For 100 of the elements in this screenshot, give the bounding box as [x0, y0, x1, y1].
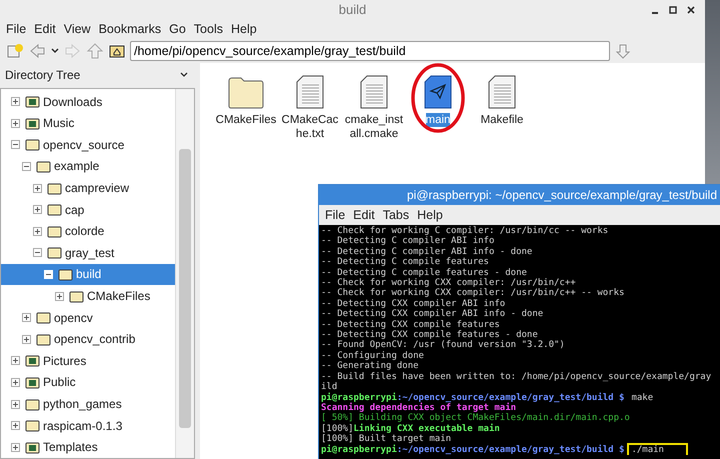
menu-item[interactable]: Tools: [190, 22, 227, 36]
terminal-line: -- Detecting CXX compile features - done: [321, 330, 538, 340]
expander-icon[interactable]: [22, 334, 31, 344]
tree-item[interactable]: raspicam-0.1.3: [1, 414, 175, 436]
expander-icon[interactable]: [33, 226, 42, 236]
expander-icon[interactable]: [11, 400, 20, 409]
menu-item[interactable]: Tabs: [378, 208, 414, 222]
file-name[interactable]: CMakeFiles: [215, 112, 277, 127]
expander-icon[interactable]: [55, 292, 64, 301]
terminal-line: ild: [321, 382, 338, 392]
file-name[interactable]: cmake_install.cmake: [343, 112, 405, 141]
terminal-text: Linking CXX executable main: [354, 424, 500, 434]
expander-icon[interactable]: [11, 140, 20, 150]
terminal-command: ./main: [629, 444, 686, 455]
expander-icon[interactable]: [22, 313, 31, 322]
tree-item[interactable]: campreview: [1, 177, 175, 199]
tree-item[interactable]: cap: [1, 198, 175, 220]
file-name[interactable]: CMakeCache.txt: [279, 112, 341, 141]
tree-item[interactable]: Templates: [1, 436, 175, 458]
terminal-line: -- Detecting CXX compile features: [321, 320, 501, 330]
folder-icon: [58, 268, 73, 281]
folder-icon: [36, 332, 51, 346]
tree-item[interactable]: opencv_source: [1, 134, 175, 156]
tree-item[interactable]: build: [1, 264, 175, 286]
tree-item[interactable]: Downloads: [1, 90, 175, 112]
folder-icon: [25, 398, 40, 411]
terminal-line: Scanning dependencies of target main: [321, 402, 518, 413]
special-folder-icon: [25, 354, 40, 368]
tree-item[interactable]: Music: [1, 112, 175, 134]
expander-icon[interactable]: [11, 118, 20, 128]
menu-item[interactable]: Help: [413, 208, 447, 222]
terminal-command: make: [630, 392, 654, 403]
menu-item[interactable]: Help: [226, 22, 261, 36]
special-folder-icon: [25, 116, 40, 130]
terminal-line: -- Check for working CXX compiler: /usr/bin/c++ -- works: [321, 288, 626, 299]
menu-item[interactable]: Edit: [349, 208, 379, 222]
caret-icon[interactable]: [179, 71, 189, 80]
terminal-line: -- Detecting CXX compiler ABI info: [321, 298, 506, 309]
terminal-line: -- Generating done: [321, 361, 420, 372]
new-tab-icon[interactable]: [6, 42, 24, 59]
prompt-user: pi@raspberrypi: [321, 392, 397, 402]
tree-item[interactable]: python_games: [1, 393, 175, 415]
expander-icon[interactable]: [11, 442, 20, 452]
expander-icon[interactable]: [33, 248, 42, 258]
expander-icon[interactable]: [11, 421, 20, 430]
prompt-path: :~/opencv_source/example/gray_test/build $: [396, 392, 624, 402]
expander-icon[interactable]: [22, 162, 31, 171]
folder-icon: [47, 182, 62, 195]
menu-item[interactable]: File: [2, 22, 30, 36]
annotation-circle: [411, 62, 465, 133]
tree-item[interactable]: opencv: [1, 306, 175, 328]
menu-item[interactable]: File: [321, 208, 350, 222]
terminal-line: [100%] Built target main: [321, 434, 452, 444]
terminal-line: -- Detecting C compile features: [321, 257, 490, 268]
paper-plane-icon[interactable]: [424, 74, 452, 109]
special-folder-icon: [25, 440, 40, 454]
terminal-line: -- Check for working C compiler: /usr/bin/cc -- works: [321, 226, 610, 236]
tree-item[interactable]: gray_test: [1, 242, 175, 264]
menu-item[interactable]: Go: [165, 22, 190, 36]
menu-item[interactable]: Edit: [30, 22, 60, 36]
tree-item[interactable]: CMakeFiles: [1, 285, 175, 307]
terminal-line: [ 50%] Building CXX object CMakeFiles/main.dir/main.cpp.o: [321, 413, 631, 424]
terminal-line: -- Build files have been written to: /home/pi/opencv_source/example/gray: [321, 372, 712, 382]
tree-item[interactable]: opencv_contrib: [1, 328, 175, 350]
menu-item[interactable]: Bookmarks: [94, 22, 166, 36]
folder-icon: [47, 224, 62, 238]
tree-item[interactable]: Pictures: [1, 350, 175, 372]
file-name[interactable]: main: [426, 112, 450, 127]
scrollbar[interactable]: [175, 88, 194, 458]
expander-icon[interactable]: [11, 378, 20, 387]
folder-icon[interactable]: [228, 76, 264, 109]
folder-icon: [25, 419, 40, 432]
terminal-line: -- Check for working CXX compiler: /usr/bin/c++: [321, 278, 577, 288]
document-icon[interactable]: [296, 74, 324, 109]
terminal-line: -- Detecting C compiler ABI info: [321, 236, 496, 247]
tree-item[interactable]: Public: [1, 372, 175, 394]
close-icon[interactable]: [687, 6, 695, 14]
expander-icon[interactable]: [11, 97, 20, 106]
tree-item[interactable]: example: [1, 156, 175, 178]
location-field[interactable]: /home/pi/opencv_source/example/gray_test/build: [130, 40, 610, 61]
expander-icon[interactable]: [33, 184, 42, 193]
terminal-line: -- Detecting C compile features - done: [321, 268, 528, 278]
expander-icon[interactable]: [11, 356, 20, 366]
document-icon[interactable]: [360, 74, 388, 109]
window-title: build: [338, 2, 366, 18]
expander-icon[interactable]: [33, 205, 42, 214]
terminal-line: -- Detecting C compiler ABI info - done: [321, 246, 534, 257]
folder-icon: [36, 160, 51, 173]
menu-item[interactable]: View: [60, 22, 95, 36]
prompt-user: pi@raspberrypi: [321, 444, 397, 455]
tree-item[interactable]: colorde: [1, 220, 175, 242]
home-folder-icon[interactable]: [108, 42, 126, 59]
special-folder-icon: [25, 95, 40, 108]
folder-icon: [25, 138, 40, 152]
maximize-icon[interactable]: [669, 6, 677, 14]
folder-icon: [47, 203, 62, 216]
terminal-line: -- Configuring done: [321, 350, 425, 361]
window-title: pi@raspberrypi: ~/opencv_source/example/gray_test/build: [406, 188, 717, 202]
document-icon[interactable]: [488, 74, 516, 109]
file-name[interactable]: Makefile: [471, 112, 533, 127]
